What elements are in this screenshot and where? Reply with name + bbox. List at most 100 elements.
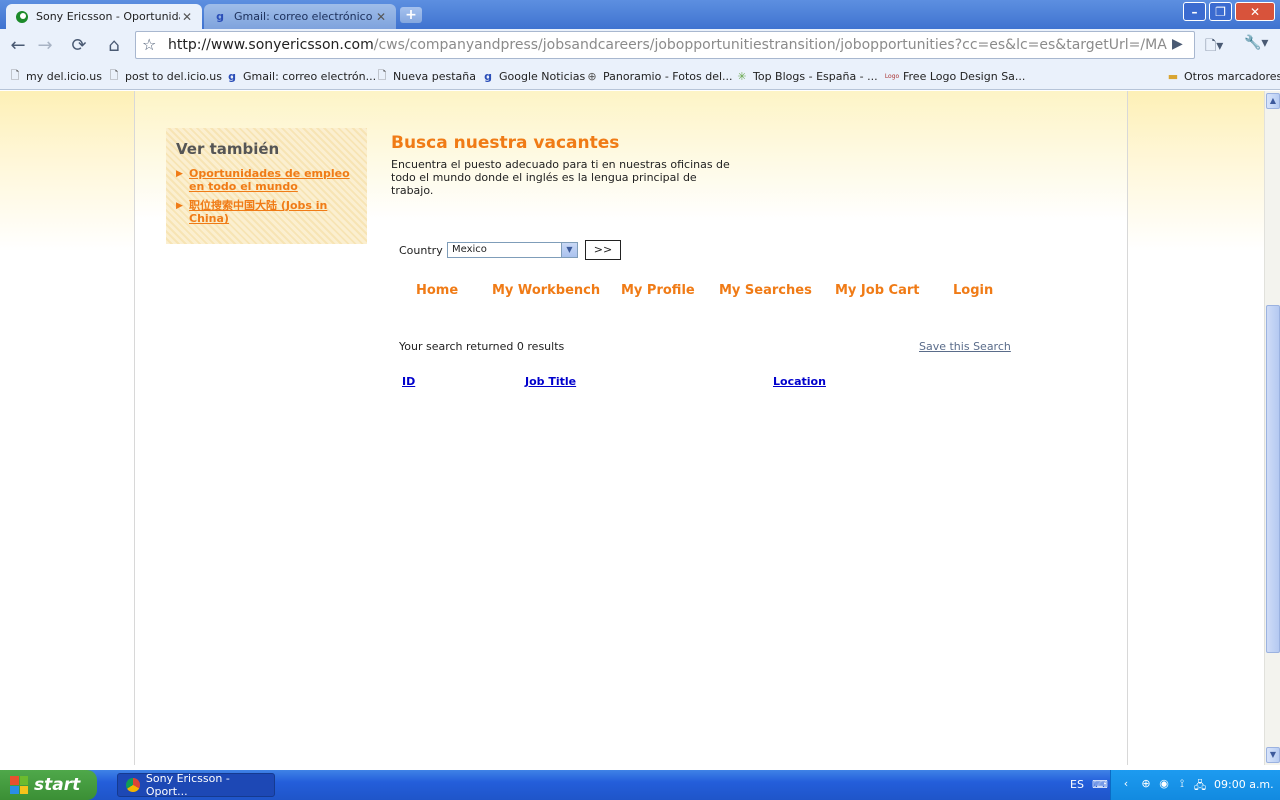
column-header-id[interactable]: ID	[402, 375, 415, 388]
security-alert-icon[interactable]: ◉	[1157, 777, 1171, 791]
bookmark-label: Gmail: correo electrón...	[243, 69, 377, 83]
bookmark-item[interactable]: Logo Free Logo Design Sa...	[884, 69, 1026, 83]
start-button[interactable]: start	[0, 770, 97, 800]
url-host: http://www.sonyericsson.com	[168, 37, 374, 53]
network-globe-icon[interactable]: ⊕	[1139, 777, 1153, 791]
minimize-button[interactable]: –	[1183, 2, 1206, 21]
go-arrow-icon[interactable]: ▶	[1172, 36, 1183, 52]
chrome-icon	[126, 778, 140, 792]
bookmark-star-icon[interactable]: ☆	[142, 35, 156, 54]
bookmark-label: Panoramio - Fotos del...	[603, 69, 733, 83]
page-viewport: Ver también ▶ Oportunidades de empleo en…	[0, 91, 1264, 765]
forward-arrow-icon[interactable]: →	[33, 33, 57, 57]
scroll-down-icon[interactable]: ▼	[1266, 747, 1280, 763]
go-button[interactable]: >>	[585, 240, 621, 260]
back-arrow-icon[interactable]: ←	[6, 33, 30, 57]
close-tab-icon[interactable]: ✕	[374, 10, 388, 24]
wireless-icon[interactable]: ⟟	[1175, 777, 1189, 791]
sony-ericsson-favicon	[14, 9, 30, 25]
bookmark-item[interactable]: 🗋 post to del.icio.us	[107, 69, 222, 83]
vertical-scrollbar[interactable]: ▲ ▼	[1264, 91, 1280, 765]
bookmark-label: Google Noticias	[499, 69, 586, 83]
bookmark-label: Otros marcadores	[1184, 69, 1280, 83]
address-bar[interactable]: ☆ http://www.sonyericsson.com/cws/compan…	[135, 31, 1195, 59]
keyboard-icon[interactable]: ⌨	[1092, 778, 1108, 791]
start-label: start	[34, 775, 81, 795]
link-china-jobs[interactable]: 职位搜索中国大陆 (Jobs in China)	[189, 199, 327, 225]
nav-home[interactable]: Home	[416, 283, 458, 298]
bookmark-item[interactable]: g Gmail: correo electrón...	[225, 69, 376, 83]
other-bookmarks[interactable]: ▬ Otros marcadores	[1166, 69, 1280, 83]
nav-login[interactable]: Login	[953, 283, 993, 298]
task-label: Sony Ericsson - Oport...	[145, 772, 230, 798]
column-header-job-title[interactable]: Job Title	[525, 375, 576, 388]
maximize-button[interactable]: ❐	[1209, 2, 1232, 21]
page-menu-icon[interactable]: 🗋▾	[1205, 35, 1223, 59]
bookmark-item[interactable]: ✳ Top Blogs - España - ...	[735, 69, 878, 83]
bookmark-item[interactable]: 🗋 Nueva pestaña	[375, 69, 476, 83]
panoramio-icon: ⊕	[587, 69, 597, 83]
see-also-title: Ver también	[176, 140, 280, 158]
country-value: Mexico	[452, 244, 487, 255]
reload-icon[interactable]: ⟳	[67, 33, 91, 57]
scroll-up-icon[interactable]: ▲	[1266, 93, 1280, 109]
page-title: Busca nuestra vacantes	[391, 133, 620, 153]
bookmark-label: Nueva pestaña	[393, 69, 476, 83]
new-tab-button[interactable]: +	[400, 7, 422, 23]
country-label: Country	[399, 244, 443, 257]
system-clock: 09:00 a.m.	[1214, 778, 1274, 791]
google-favicon: g	[216, 10, 224, 23]
link-line: en todo el mundo	[189, 180, 298, 193]
windows-logo-icon	[10, 776, 28, 794]
column-header-location[interactable]: Location	[773, 375, 826, 388]
link-worldwide-jobs[interactable]: Oportunidades de empleo en todo el mundo	[189, 167, 350, 193]
arrow-icon: ▶	[176, 169, 183, 179]
link-line: 职位搜索中国大陆 (Jobs in	[189, 199, 328, 212]
bookmark-label: Top Blogs - España - ...	[753, 69, 878, 83]
scroll-thumb[interactable]	[1266, 305, 1280, 653]
topblogs-icon: ✳	[737, 69, 747, 83]
home-icon[interactable]: ⌂	[102, 33, 126, 57]
arrow-icon: ▶	[176, 201, 183, 211]
system-tray: ‹ ⊕ ◉ ⟟ 🖧 09:00 a.m.	[1110, 770, 1280, 800]
google-icon: g	[484, 69, 492, 83]
bookmarks-bar: 🗋 my del.icio.us 🗋 post to del.icio.us g Gm…	[0, 62, 1280, 90]
logo-icon: Logo	[884, 72, 900, 80]
network-connection-icon[interactable]: 🖧	[1193, 777, 1207, 792]
page-icon: 🗋	[377, 68, 387, 82]
page-icon: 🗋	[10, 68, 20, 82]
nav-my-searches[interactable]: My Searches	[719, 283, 812, 298]
language-indicator[interactable]: ES	[1070, 778, 1084, 791]
save-search-link[interactable]: Save this Search	[919, 340, 1011, 353]
close-window-button[interactable]: ✕	[1235, 2, 1275, 21]
wrench-menu-icon[interactable]: 🔧▾	[1244, 35, 1268, 51]
tab-gmail[interactable]: g Gmail: correo electrónico d... ✕	[204, 4, 396, 29]
bookmark-label: post to del.icio.us	[125, 69, 222, 83]
page-icon: 🗋	[109, 68, 119, 82]
google-icon: g	[228, 69, 236, 83]
url-path: /cws/companyandpress/jobsandcareers/jobo…	[373, 37, 1168, 53]
chevron-down-icon[interactable]: ▼	[561, 243, 577, 257]
windows-taskbar: start Sony Ericsson - Oport... ES ⌨ ‹ ⊕ …	[0, 770, 1280, 800]
tray-expand-icon[interactable]: ‹	[1119, 777, 1133, 791]
nav-my-job-cart[interactable]: My Job Cart	[835, 283, 919, 298]
bookmark-item[interactable]: ⊕ Panoramio - Fotos del...	[585, 69, 733, 83]
bookmark-label: Free Logo Design Sa...	[903, 69, 1026, 83]
nav-my-profile[interactable]: My Profile	[621, 283, 695, 298]
intro-text: Encuentra el puesto adecuado para ti en …	[391, 158, 730, 197]
nav-my-workbench[interactable]: My Workbench	[492, 283, 600, 298]
browser-titlebar: Sony Ericsson - Oportunida... ✕ g Gmail:…	[0, 0, 1280, 29]
link-line: China)	[189, 212, 229, 225]
tab-title: Sony Ericsson - Oportunida...	[36, 10, 180, 23]
country-select[interactable]: Mexico ▼	[447, 242, 578, 258]
results-count: Your search returned 0 results	[399, 340, 565, 353]
url-text[interactable]: http://www.sonyericsson.com/cws/companya…	[168, 37, 1168, 53]
folder-icon: ▬	[1167, 69, 1179, 83]
bookmark-item[interactable]: g Google Noticias	[481, 69, 585, 83]
tab-title: Gmail: correo electrónico d...	[234, 10, 374, 23]
close-tab-icon[interactable]: ✕	[180, 10, 194, 24]
bookmark-item[interactable]: 🗋 my del.icio.us	[8, 69, 102, 83]
taskbar-chrome-window[interactable]: Sony Ericsson - Oport...	[117, 772, 275, 798]
tab-sony-ericsson[interactable]: Sony Ericsson - Oportunida... ✕	[6, 4, 202, 29]
see-also-box: Ver también ▶ Oportunidades de empleo en…	[166, 128, 367, 244]
